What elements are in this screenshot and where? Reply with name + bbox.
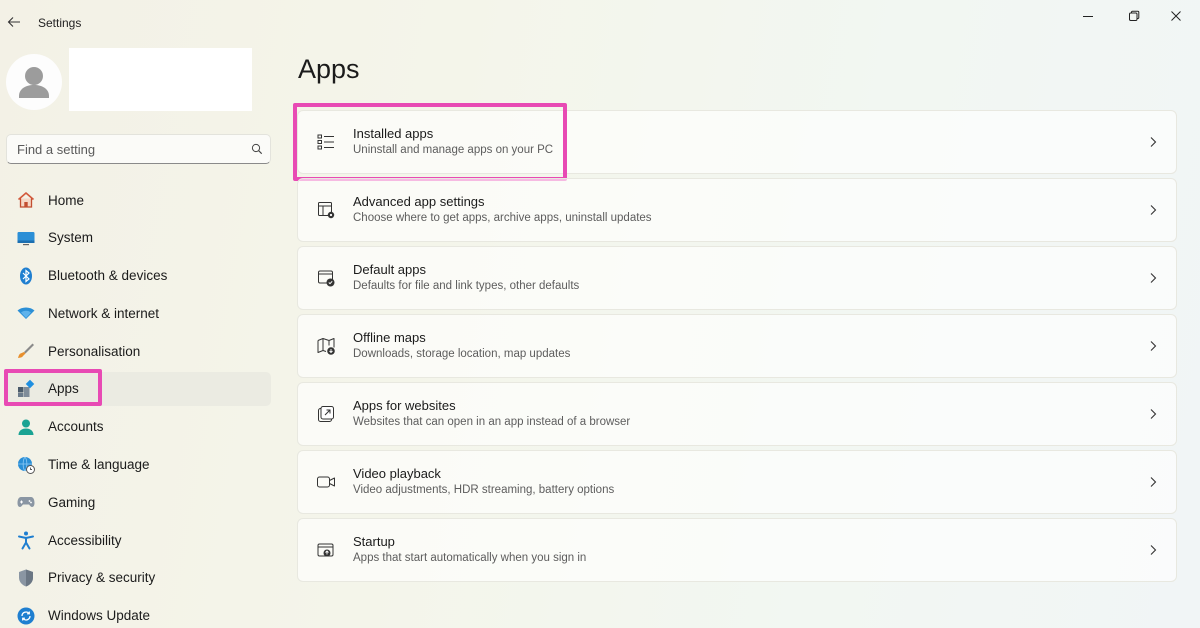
- system-monitor-icon: [14, 228, 38, 248]
- card-description: Video adjustments, HDR streaming, batter…: [353, 484, 615, 496]
- apps-for-websites-card[interactable]: Apps for websites Websites that can open…: [297, 382, 1177, 446]
- default-apps-card[interactable]: Default apps Defaults for file and link …: [297, 246, 1177, 310]
- sidebar-item-apps[interactable]: Apps: [4, 368, 271, 406]
- card-description: Downloads, storage location, map updates: [353, 348, 571, 360]
- globe-clock-icon: [14, 455, 38, 475]
- sidebar-item-time-language[interactable]: Time & language: [6, 448, 271, 482]
- sidebar-item-accessibility[interactable]: Accessibility: [6, 523, 271, 557]
- profile-name-area: [69, 48, 252, 111]
- card-description: Apps that start automatically when you s…: [353, 552, 587, 564]
- sidebar-item-label: Home: [48, 192, 85, 208]
- sidebar-item-personalisation[interactable]: Personalisation: [6, 334, 271, 368]
- chevron-right-icon: [1144, 337, 1162, 355]
- startup-icon: [314, 538, 338, 562]
- default-apps-icon: [314, 266, 338, 290]
- chevron-right-icon: [1144, 541, 1162, 559]
- sidebar-item-label: Windows Update: [48, 608, 151, 624]
- sidebar-item-bluetooth[interactable]: Bluetooth & devices: [6, 259, 271, 293]
- sidebar-item-label: Personalisation: [48, 343, 141, 359]
- back-button[interactable]: [4, 10, 24, 34]
- card-title: Installed apps: [353, 126, 434, 141]
- chevron-right-icon: [1144, 133, 1162, 151]
- sidebar-item-label: System: [48, 230, 94, 246]
- sidebar-item-label: Accessibility: [48, 532, 122, 548]
- search-input[interactable]: [7, 135, 244, 163]
- card-description: Uninstall and manage apps on your PC: [353, 144, 554, 156]
- account-icon: [14, 417, 38, 437]
- search-box[interactable]: [6, 134, 271, 164]
- chevron-right-icon: [1144, 405, 1162, 423]
- sidebar-item-accounts[interactable]: Accounts: [6, 410, 271, 444]
- startup-card[interactable]: Startup Apps that start automatically wh…: [297, 518, 1177, 582]
- offline-maps-card[interactable]: Offline maps Downloads, storage location…: [297, 314, 1177, 378]
- sidebar-item-gaming[interactable]: Gaming: [6, 485, 271, 519]
- card-title: Offline maps: [353, 330, 426, 345]
- sidebar-item-label: Apps: [48, 381, 79, 397]
- chevron-right-icon: [1144, 201, 1162, 219]
- card-title: Startup: [353, 534, 395, 549]
- video-playback-card[interactable]: Video playback Video adjustments, HDR st…: [297, 450, 1177, 514]
- sidebar-item-label: Gaming: [48, 494, 96, 510]
- wifi-icon: [14, 303, 38, 323]
- minimize-button[interactable]: [1068, 4, 1108, 28]
- accessibility-icon: [14, 530, 38, 550]
- minimize-icon: [1083, 16, 1093, 17]
- chevron-right-icon: [1144, 269, 1162, 287]
- card-title: Apps for websites: [353, 398, 456, 413]
- card-title: Video playback: [353, 466, 441, 481]
- search-icon[interactable]: [244, 143, 270, 155]
- title-bar: Settings: [0, 0, 1200, 44]
- sidebar-item-network[interactable]: Network & internet: [6, 296, 271, 330]
- video-icon: [314, 470, 338, 494]
- sidebar-item-label: Bluetooth & devices: [48, 268, 168, 284]
- sidebar-nav: Home System Bluetooth & devices Network …: [4, 183, 271, 628]
- gamepad-icon: [14, 492, 38, 512]
- close-button[interactable]: [1156, 4, 1196, 28]
- avatar[interactable]: [6, 54, 62, 110]
- advanced-app-settings-card[interactable]: Advanced app settings Choose where to ge…: [297, 178, 1177, 242]
- bluetooth-icon: [14, 266, 38, 286]
- sidebar-item-label: Time & language: [48, 457, 150, 473]
- restore-icon: [1129, 10, 1140, 21]
- chevron-right-icon: [1144, 473, 1162, 491]
- card-description: Websites that can open in an app instead…: [353, 416, 631, 428]
- map-download-icon: [314, 334, 338, 358]
- update-icon: [14, 606, 38, 626]
- apps-icon: [14, 379, 38, 399]
- open-in-app-icon: [314, 402, 338, 426]
- restore-button[interactable]: [1114, 4, 1154, 28]
- sidebar-item-label: Privacy & security: [48, 570, 156, 586]
- card-description: Choose where to get apps, archive apps, …: [353, 212, 652, 224]
- card-description: Defaults for file and link types, other …: [353, 280, 580, 292]
- installed-apps-card[interactable]: Installed apps Uninstall and manage apps…: [293, 103, 1177, 181]
- shield-icon: [14, 568, 38, 588]
- sidebar-item-system[interactable]: System: [6, 221, 271, 255]
- app-settings-icon: [314, 198, 338, 222]
- user-avatar-icon: [19, 67, 49, 98]
- list-icon: [314, 130, 338, 154]
- card-title: Default apps: [353, 262, 426, 277]
- sidebar-item-label: Accounts: [48, 419, 104, 435]
- close-icon: [1171, 11, 1181, 21]
- sidebar-item-home[interactable]: Home: [6, 183, 271, 217]
- home-icon: [14, 190, 38, 210]
- brush-icon: [14, 341, 38, 361]
- settings-list: Installed apps Uninstall and manage apps…: [293, 103, 1177, 586]
- window-title: Settings: [38, 16, 82, 30]
- page-title: Apps: [298, 54, 360, 84]
- sidebar-item-label: Network & internet: [48, 305, 160, 321]
- sidebar-item-privacy-security[interactable]: Privacy & security: [6, 561, 271, 595]
- back-arrow-icon: [7, 17, 20, 27]
- sidebar-item-windows-update[interactable]: Windows Update: [6, 599, 271, 628]
- card-title: Advanced app settings: [353, 194, 485, 209]
